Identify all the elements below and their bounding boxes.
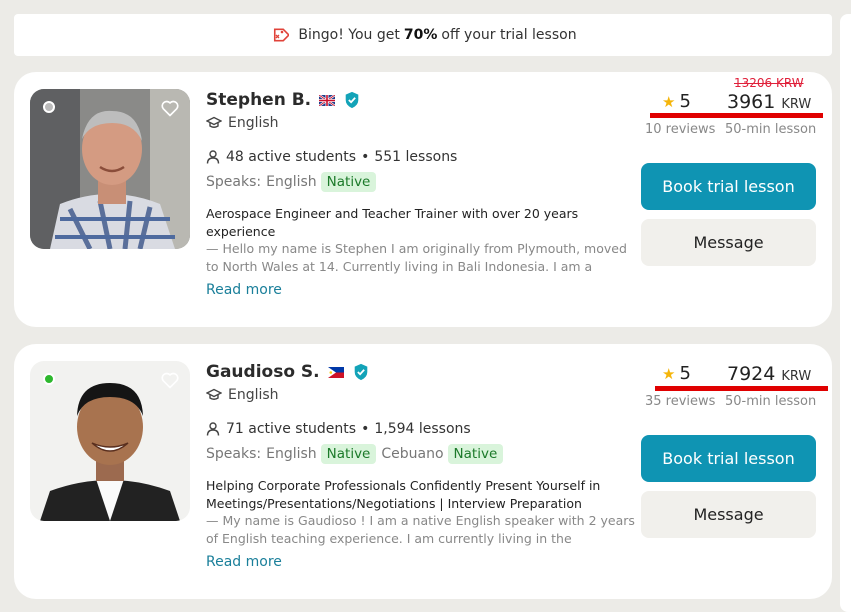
- person-icon: [206, 422, 220, 436]
- banner-text: Bingo! You get: [298, 27, 400, 43]
- tutor-subject: English: [206, 387, 279, 403]
- graduation-cap-icon: [206, 116, 222, 128]
- uk-flag-icon: [319, 94, 336, 106]
- native-badge: Native: [320, 444, 377, 464]
- native-badge: Native: [320, 172, 377, 192]
- price-currency: KRW: [781, 369, 812, 384]
- review-count: 35 reviews: [645, 394, 716, 409]
- verified-check-icon: [352, 363, 370, 381]
- tutor-headline: Helping Corporate Professionals Confiden…: [206, 478, 601, 511]
- philippines-flag-icon: [327, 366, 344, 378]
- red-annotation-line: [650, 113, 823, 118]
- lesson-duration: 50-min lesson: [725, 122, 817, 137]
- tutor-card[interactable]: Stephen B. English 48 active students • …: [14, 72, 832, 327]
- tutor-name[interactable]: Stephen B.: [206, 90, 311, 110]
- active-students: 71 active students: [226, 421, 357, 437]
- review-count: 10 reviews: [645, 122, 716, 137]
- lesson-price: 7924 KRW: [727, 363, 811, 385]
- price-value: 3961: [727, 91, 776, 113]
- lesson-count: 551 lessons: [374, 149, 458, 165]
- lesson-price: 3961 KRW: [727, 91, 811, 113]
- online-status-dot: [43, 373, 55, 385]
- lesson-count: 1,594 lessons: [374, 421, 471, 437]
- original-price: 13206 KRW: [734, 76, 804, 90]
- tutor-description: — Hello my name is Stephen I am original…: [206, 241, 627, 274]
- read-more-link[interactable]: Read more: [206, 282, 282, 298]
- discount-tag-icon: [269, 25, 290, 45]
- subject-label: English: [228, 387, 279, 403]
- speaks-label: Speaks:: [206, 174, 262, 190]
- book-trial-button[interactable]: Book trial lesson: [641, 163, 816, 210]
- tutor-photo[interactable]: [30, 89, 190, 249]
- tutor-stats: 48 active students • 551 lessons: [206, 149, 457, 165]
- lesson-duration: 50-min lesson: [725, 394, 817, 409]
- language-name: Cebuano: [381, 446, 444, 462]
- book-trial-button[interactable]: Book trial lesson: [641, 435, 816, 482]
- tutor-name[interactable]: Gaudioso S.: [206, 362, 320, 382]
- rating-value: 5: [679, 91, 691, 112]
- adjacent-panel-edge: [840, 14, 851, 612]
- speaks-label: Speaks:: [206, 446, 262, 462]
- rating: ★ 5: [662, 363, 691, 384]
- language-name: English: [266, 174, 317, 190]
- stats-separator: •: [361, 149, 370, 165]
- tutor-name-row: Stephen B.: [206, 90, 361, 110]
- banner-text-end: off your trial lesson: [441, 27, 577, 43]
- language-name: English: [266, 446, 317, 462]
- discount-banner: Bingo! You get 70% off your trial lesson: [14, 14, 832, 56]
- subject-label: English: [228, 115, 279, 131]
- tutor-description: — My name is Gaudioso ! I am a native En…: [206, 513, 635, 546]
- message-button[interactable]: Message: [641, 491, 816, 538]
- tutor-headline: Aerospace Engineer and Teacher Trainer w…: [206, 206, 579, 239]
- banner-discount: 70%: [403, 27, 438, 43]
- verified-check-icon: [343, 91, 361, 109]
- favorite-heart-icon[interactable]: [160, 98, 180, 118]
- message-button[interactable]: Message: [641, 219, 816, 266]
- person-icon: [206, 150, 220, 164]
- speaks-row: Speaks: English Native: [206, 172, 377, 192]
- tutor-subject: English: [206, 115, 279, 131]
- tutor-card[interactable]: Gaudioso S. English 71 active students •…: [14, 344, 832, 599]
- graduation-cap-icon: [206, 388, 222, 400]
- tutor-name-row: Gaudioso S.: [206, 362, 370, 382]
- read-more-link[interactable]: Read more: [206, 554, 282, 570]
- native-badge: Native: [447, 444, 504, 464]
- active-students: 48 active students: [226, 149, 357, 165]
- red-annotation-line: [655, 386, 828, 391]
- rating: ★ 5: [662, 91, 691, 112]
- star-icon: ★: [662, 364, 676, 383]
- tutor-photo[interactable]: [30, 361, 190, 521]
- price-currency: KRW: [781, 97, 812, 112]
- tutor-stats: 71 active students • 1,594 lessons: [206, 421, 471, 437]
- rating-value: 5: [679, 363, 691, 384]
- favorite-heart-icon[interactable]: [160, 370, 180, 390]
- price-value: 7924: [727, 363, 776, 385]
- offline-status-dot: [43, 101, 55, 113]
- speaks-row: Speaks: English Native Cebuano Native: [206, 444, 504, 464]
- star-icon: ★: [662, 92, 676, 111]
- stats-separator: •: [361, 421, 370, 437]
